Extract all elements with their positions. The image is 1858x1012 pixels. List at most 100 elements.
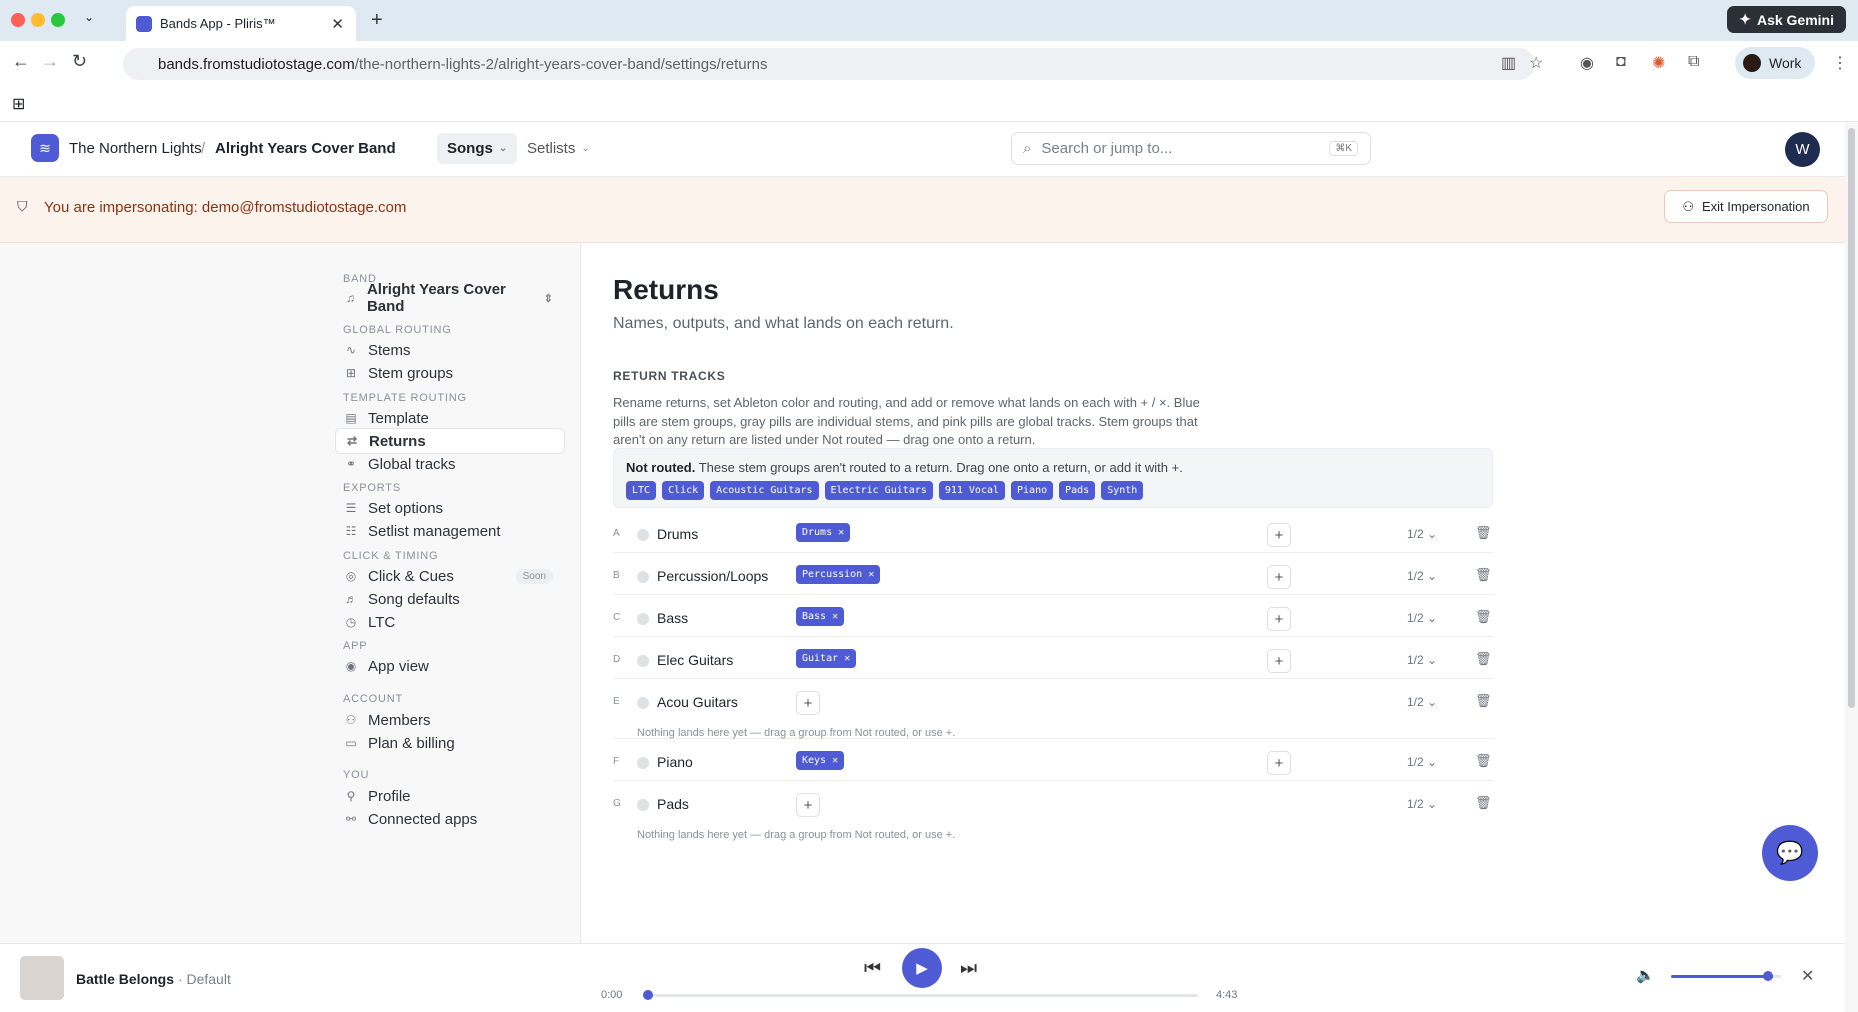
return-row[interactable]: E Acou Guitars + 1/2 ⌄ 🗑 Nothing lands h…	[613, 679, 1493, 739]
return-name[interactable]: Piano	[657, 754, 693, 770]
exit-impersonation-button[interactable]: ⚇ Exit Impersonation	[1664, 190, 1828, 223]
add-to-return-button[interactable]: +	[1267, 751, 1291, 775]
volume-knob[interactable]	[1763, 971, 1773, 981]
profile-button[interactable]: Work	[1735, 47, 1816, 79]
add-to-return-button[interactable]: +	[1267, 649, 1291, 673]
sidebar-item-setlist-management[interactable]: ☷ Setlist management	[335, 518, 565, 544]
stem-group-pill[interactable]: Electric Guitars	[824, 481, 933, 500]
user-avatar[interactable]: W	[1785, 132, 1820, 167]
return-name[interactable]: Drums	[657, 526, 698, 542]
trash-icon[interactable]: 🗑	[1475, 651, 1492, 667]
color-swatch[interactable]	[637, 571, 649, 583]
scrollbar[interactable]	[1845, 122, 1858, 1012]
menu-icon[interactable]: ⋮	[1832, 53, 1848, 73]
trash-icon[interactable]: 🗑	[1475, 525, 1492, 541]
routed-chip[interactable]: Bass ✕	[796, 607, 845, 626]
volume-slider[interactable]	[1671, 971, 1781, 981]
tab-list-chevron-icon[interactable]: ⌄	[84, 10, 94, 24]
remove-icon[interactable]: ✕	[868, 569, 874, 580]
nav-songs[interactable]: Songs ⌄	[437, 133, 518, 164]
forward-icon[interactable]: →	[41, 51, 59, 72]
reader-icon[interactable]: ▥	[1501, 53, 1516, 73]
output-select[interactable]: 1/2 ⌄	[1407, 569, 1437, 583]
color-swatch[interactable]	[637, 655, 649, 667]
routed-chip[interactable]: Keys ✕	[796, 751, 845, 770]
return-row[interactable]: G Pads + 1/2 ⌄ 🗑 Nothing lands here yet …	[613, 781, 1493, 841]
address-bar[interactable]: bands.fromstudiotostage.com/the-northern…	[123, 48, 1535, 80]
trash-icon[interactable]: 🗑	[1475, 567, 1492, 583]
apps-grid-icon[interactable]: ⊞	[12, 94, 25, 114]
puzzle-icon[interactable]: ⧉	[1688, 53, 1699, 71]
remove-icon[interactable]: ✕	[844, 653, 850, 664]
routed-chip[interactable]: Drums ✕	[796, 523, 851, 542]
progress-knob[interactable]	[643, 990, 653, 1000]
band-chevron-icon[interactable]: ⌄	[380, 144, 389, 157]
add-to-return-button[interactable]: +	[1267, 607, 1291, 631]
add-to-return-button[interactable]: +	[1267, 523, 1291, 547]
return-row[interactable]: F Piano Keys ✕ + 1/2 ⌄ 🗑	[613, 739, 1493, 781]
sidebar-item-connected-apps[interactable]: ⚯ Connected apps	[335, 806, 565, 832]
return-row[interactable]: A Drums Drums ✕ + 1/2 ⌄ 🗑	[613, 511, 1493, 553]
minimize-window-icon[interactable]	[31, 13, 45, 27]
return-name[interactable]: Percussion/Loops	[657, 568, 768, 584]
return-name[interactable]: Bass	[657, 610, 688, 626]
browser-tab[interactable]: Bands App - Pliris™ ✕	[126, 6, 356, 41]
camera-icon[interactable]: ◘	[1616, 53, 1626, 71]
stem-group-pill[interactable]: Pads	[1059, 481, 1096, 500]
breadcrumb-band[interactable]: Alright Years Cover Band	[215, 140, 396, 157]
chat-button[interactable]: 💬	[1762, 825, 1818, 881]
sidebar-item-global-tracks[interactable]: ⚭ Global tracks	[335, 451, 565, 477]
nav-setlists[interactable]: Setlists ⌄	[517, 133, 600, 164]
output-select[interactable]: 1/2 ⌄	[1407, 755, 1437, 769]
sidebar-item-ltc[interactable]: ◷ LTC	[335, 609, 565, 635]
add-to-return-button[interactable]: +	[796, 691, 820, 715]
return-name[interactable]: Pads	[657, 796, 689, 812]
stem-group-pill[interactable]: Synth	[1101, 481, 1144, 500]
reload-icon[interactable]: ↻	[72, 51, 87, 72]
claude-extension-icon[interactable]: ✺	[1652, 53, 1665, 73]
stem-group-pill[interactable]: LTC	[626, 481, 657, 500]
stem-group-pill[interactable]: Acoustic Guitars	[710, 481, 819, 500]
search-input[interactable]: ⌕ Search or jump to... ⌘K	[1011, 132, 1371, 165]
stem-group-pill[interactable]: 911 Vocal	[938, 481, 1006, 500]
sidebar-item-plan-billing[interactable]: ▭ Plan & billing	[335, 730, 565, 756]
stem-group-pill[interactable]: Piano	[1011, 481, 1054, 500]
add-to-return-button[interactable]: +	[796, 793, 820, 817]
close-window-icon[interactable]	[11, 13, 25, 27]
progress-slider[interactable]	[643, 990, 1198, 1000]
return-name[interactable]: Acou Guitars	[657, 694, 738, 710]
maximize-window-icon[interactable]	[51, 13, 65, 27]
output-select[interactable]: 1/2 ⌄	[1407, 653, 1437, 667]
sidebar-item-stem-groups[interactable]: ⊞ Stem groups	[335, 360, 565, 386]
previous-track-icon[interactable]: ⏮	[864, 958, 881, 980]
return-name[interactable]: Elec Guitars	[657, 652, 733, 668]
output-select[interactable]: 1/2 ⌄	[1407, 695, 1437, 709]
volume-icon[interactable]: 🔈	[1636, 966, 1655, 984]
return-row[interactable]: B Percussion/Loops Percussion ✕ + 1/2 ⌄ 🗑	[613, 553, 1493, 595]
routed-chip[interactable]: Percussion ✕	[796, 565, 881, 584]
play-button[interactable]: ▶	[902, 948, 942, 988]
ask-gemini-button[interactable]: ✦ Ask Gemini	[1727, 6, 1846, 33]
next-track-icon[interactable]: ⏭	[960, 958, 977, 980]
stem-group-pill[interactable]: Click	[662, 481, 705, 500]
output-select[interactable]: 1/2 ⌄	[1407, 527, 1437, 541]
remove-icon[interactable]: ✕	[832, 755, 838, 766]
close-tab-icon[interactable]: ✕	[331, 15, 344, 33]
color-swatch[interactable]	[637, 799, 649, 811]
trash-icon[interactable]: 🗑	[1475, 795, 1492, 811]
new-tab-icon[interactable]: +	[371, 9, 383, 32]
color-swatch[interactable]	[637, 697, 649, 709]
color-swatch[interactable]	[637, 613, 649, 625]
output-select[interactable]: 1/2 ⌄	[1407, 797, 1437, 811]
return-row[interactable]: C Bass Bass ✕ + 1/2 ⌄ 🗑	[613, 595, 1493, 637]
output-select[interactable]: 1/2 ⌄	[1407, 611, 1437, 625]
close-player-icon[interactable]: ✕	[1801, 966, 1814, 986]
trash-icon[interactable]: 🗑	[1475, 753, 1492, 769]
back-icon[interactable]: ←	[12, 51, 30, 72]
return-row[interactable]: D Elec Guitars Guitar ✕ + 1/2 ⌄ 🗑	[613, 637, 1493, 679]
add-to-return-button[interactable]: +	[1267, 565, 1291, 589]
breadcrumb-org[interactable]: The Northern Lights	[69, 140, 202, 157]
color-swatch[interactable]	[637, 529, 649, 541]
scrollbar-thumb[interactable]	[1848, 128, 1855, 708]
trash-icon[interactable]: 🗑	[1475, 609, 1492, 625]
